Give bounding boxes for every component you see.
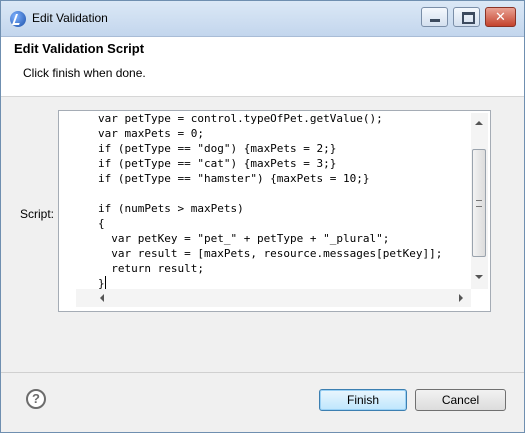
vertical-scroll-thumb[interactable] (472, 149, 486, 257)
footer-divider (1, 372, 524, 373)
vertical-scrollbar[interactable] (471, 113, 488, 289)
finish-button[interactable]: Finish (319, 389, 407, 411)
title-bar[interactable]: Edit Validation ✕ (1, 1, 524, 37)
window-title: Edit Validation (32, 11, 108, 25)
cancel-button[interactable]: Cancel (415, 389, 506, 411)
help-icon[interactable]: ? (26, 389, 46, 409)
dialog-message: Click finish when done. (23, 66, 146, 80)
text-caret (105, 276, 106, 289)
dialog-header: Edit Validation Script Click finish when… (1, 37, 524, 97)
scroll-right-icon[interactable] (459, 294, 463, 302)
close-button[interactable]: ✕ (485, 7, 516, 27)
edit-validation-dialog: Edit Validation ✕ Edit Validation Script… (0, 0, 525, 433)
app-icon (10, 11, 26, 27)
scroll-down-icon[interactable] (475, 275, 483, 279)
maximize-icon (454, 8, 479, 26)
script-code[interactable]: var petType = control.typeOfPet.getValue… (98, 113, 442, 289)
maximize-button[interactable] (453, 7, 480, 27)
minimize-button[interactable] (421, 7, 448, 27)
script-label: Script: (20, 207, 55, 221)
scroll-up-icon[interactable] (475, 121, 483, 125)
dialog-title: Edit Validation Script (14, 41, 145, 56)
horizontal-scrollbar[interactable] (76, 289, 471, 307)
minimize-icon (422, 8, 447, 26)
script-editor[interactable]: var petType = control.typeOfPet.getValue… (76, 113, 471, 289)
close-icon: ✕ (495, 9, 506, 24)
scroll-left-icon[interactable] (100, 294, 104, 302)
